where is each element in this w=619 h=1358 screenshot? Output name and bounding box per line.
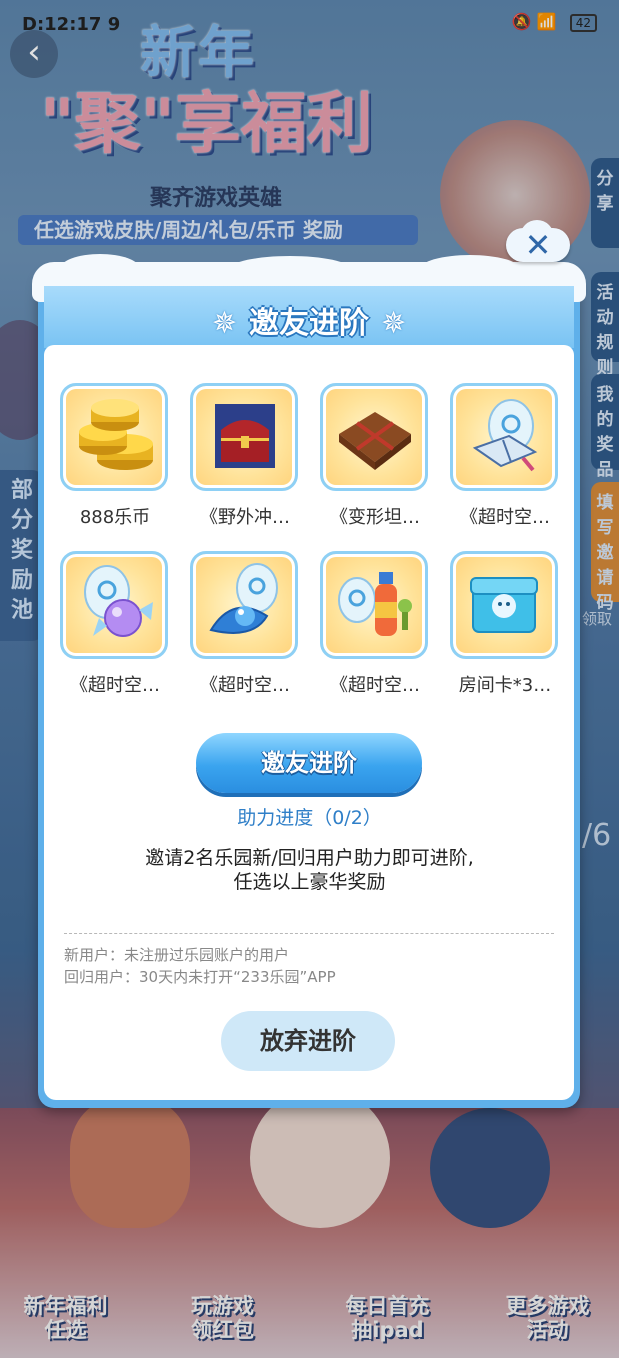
reward-item[interactable]: 《超时空…	[450, 383, 560, 529]
reward-icon-box	[60, 383, 168, 491]
treasure-chest-icon	[215, 404, 275, 468]
reward-label: 房间卡*3…	[458, 675, 552, 696]
snowflake-icon: ✵	[381, 306, 407, 341]
reward-icon-box	[450, 383, 558, 491]
reward-icon-box	[450, 551, 558, 659]
egg-gem-icon	[209, 563, 278, 634]
note-new-user: 新用户：未注册过乐园账户的用户	[64, 946, 290, 964]
reward-item[interactable]: 《野外冲…	[190, 383, 300, 529]
reward-label: 《野外冲…	[200, 507, 290, 528]
note-returning-user: 回归用户：30天内未打开“233乐园”APP	[64, 968, 336, 986]
reward-icon-box	[320, 551, 428, 659]
dashed-divider	[64, 933, 554, 934]
reward-label: 888乐币	[79, 507, 151, 528]
invite-upgrade-button[interactable]: 邀友进阶	[196, 733, 422, 793]
close-icon: ✕	[524, 226, 552, 264]
assist-progress: 助力进度（0/2）	[237, 807, 382, 829]
reward-item[interactable]: 《超时空…	[190, 551, 300, 697]
modal-title: 邀友进阶	[249, 306, 369, 341]
reward-item[interactable]: 888乐币	[60, 383, 170, 529]
snowflake-icon: ✵	[211, 306, 237, 341]
coins-icon	[79, 399, 153, 470]
reward-label: 《变形坦…	[330, 507, 420, 528]
close-button[interactable]: ✕	[502, 220, 574, 266]
give-up-button[interactable]: 放弃进阶	[221, 1011, 395, 1071]
reward-icon-box	[190, 383, 298, 491]
reward-item[interactable]: 房间卡*3…	[450, 551, 560, 697]
reward-icon-box	[320, 383, 428, 491]
description-line2: 任选以上豪华奖励	[233, 871, 386, 893]
reward-item[interactable]: 《变形坦…	[320, 383, 430, 529]
snow-bump	[230, 256, 350, 282]
description-line1: 邀请2名乐园新/回归用户助力即可进阶,	[145, 847, 474, 869]
reward-label: 《超时空…	[70, 675, 160, 696]
snow-bump	[60, 254, 140, 284]
gift-box-icon	[339, 412, 411, 470]
egg-candy-icon	[84, 565, 153, 637]
reward-item[interactable]: 《超时空…	[60, 551, 170, 697]
egg-book-icon	[472, 399, 538, 472]
reward-item[interactable]: 《超时空…	[320, 551, 430, 697]
modal-title-row: ✵ 邀友进阶 ✵	[44, 298, 574, 342]
reward-label: 《超时空…	[460, 507, 550, 528]
modal-header: ✵ 邀友进阶 ✵	[44, 286, 574, 348]
egg-potion-icon	[338, 572, 412, 636]
reward-icon-box	[190, 551, 298, 659]
reward-icon-box	[60, 551, 168, 659]
reward-label: 《超时空…	[200, 675, 290, 696]
reward-label: 《超时空…	[330, 675, 420, 696]
room-card-box-icon	[470, 577, 538, 633]
description: 邀请2名乐园新/回归用户助力即可进阶, 任选以上豪华奖励	[0, 846, 619, 894]
